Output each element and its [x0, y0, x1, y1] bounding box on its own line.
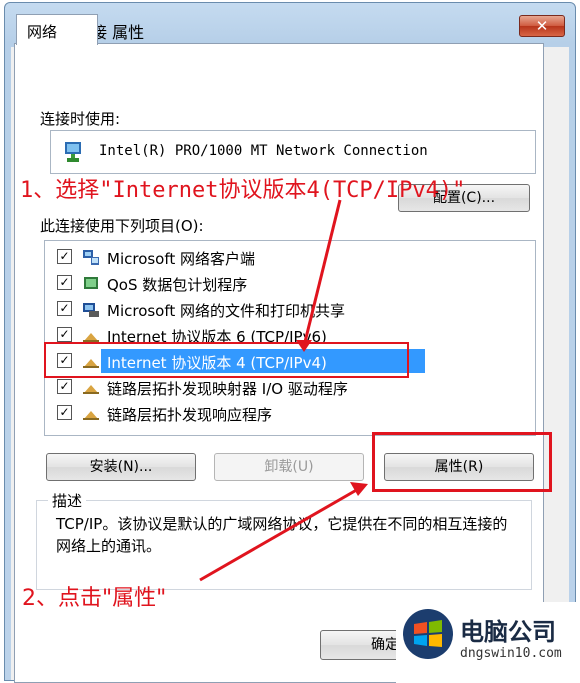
item-label: 链路层拓扑发现响应程序 [107, 406, 273, 424]
list-item[interactable]: ✓ QoS 数据包计划程序 [57, 271, 527, 297]
item-label: Microsoft 网络客户端 [107, 250, 256, 268]
windows-logo-icon [403, 609, 453, 659]
watermark: 电脑公司 dngswin10.com [396, 602, 580, 683]
adapter-field: Intel(R) PRO/1000 MT Network Connection [50, 130, 536, 174]
checkbox[interactable]: ✓ [57, 249, 72, 264]
highlight-box-properties [372, 432, 552, 492]
adapter-name: Intel(R) PRO/1000 MT Network Connection [99, 143, 428, 159]
connect-using-label: 连接时使用: [40, 110, 121, 128]
checkbox[interactable]: ✓ [57, 405, 72, 420]
list-item[interactable]: ✓ Microsoft 网络客户端 [57, 245, 527, 271]
close-button[interactable]: ✕ [519, 15, 565, 37]
install-button[interactable]: 安装(N)... [46, 453, 196, 481]
highlight-box-ipv4 [44, 342, 409, 378]
watermark-url: dngswin10.com [460, 646, 562, 661]
description-text: TCP/IP。该协议是默认的广域网络协议，它提供在不同的相互连接的网络上的通讯。 [56, 515, 508, 555]
protocol-icon [83, 411, 99, 420]
list-item[interactable]: ✓ 链路层拓扑发现响应程序 [57, 401, 527, 427]
checkbox[interactable]: ✓ [57, 275, 72, 290]
network-client-icon [83, 250, 99, 265]
item-label: 链路层拓扑发现映射器 I/O 驱动程序 [107, 380, 348, 398]
checkbox[interactable]: ✓ [57, 327, 72, 342]
annotation-step-2: 2、点击"属性" [22, 586, 167, 611]
tab-network[interactable]: 网络 [16, 14, 98, 45]
item-label: Microsoft 网络的文件和打印机共享 [107, 302, 346, 320]
watermark-name: 电脑公司 [460, 618, 556, 646]
uninstall-button[interactable]: 卸载(U) [214, 453, 364, 481]
description-title: 描述 [48, 490, 87, 511]
annotation-step-1: 1、选择"Internet协议版本4(TCP/IPv4)" [20, 178, 466, 203]
items-label: 此连接使用下列项目(O): [40, 217, 204, 235]
protocol-icon [83, 385, 99, 394]
checkbox[interactable]: ✓ [57, 301, 72, 316]
item-label: QoS 数据包计划程序 [107, 276, 248, 294]
components-list[interactable]: ✓ Microsoft 网络客户端 ✓ QoS 数据包计划程序 ✓ Micros… [44, 240, 536, 436]
file-printer-share-icon [83, 303, 99, 317]
checkbox[interactable]: ✓ [57, 379, 72, 394]
list-item[interactable]: ✓ 链路层拓扑发现映射器 I/O 驱动程序 [57, 375, 527, 401]
network-adapter-icon [65, 142, 81, 162]
qos-icon [84, 277, 98, 289]
list-item[interactable]: ✓ Microsoft 网络的文件和打印机共享 [57, 297, 527, 323]
